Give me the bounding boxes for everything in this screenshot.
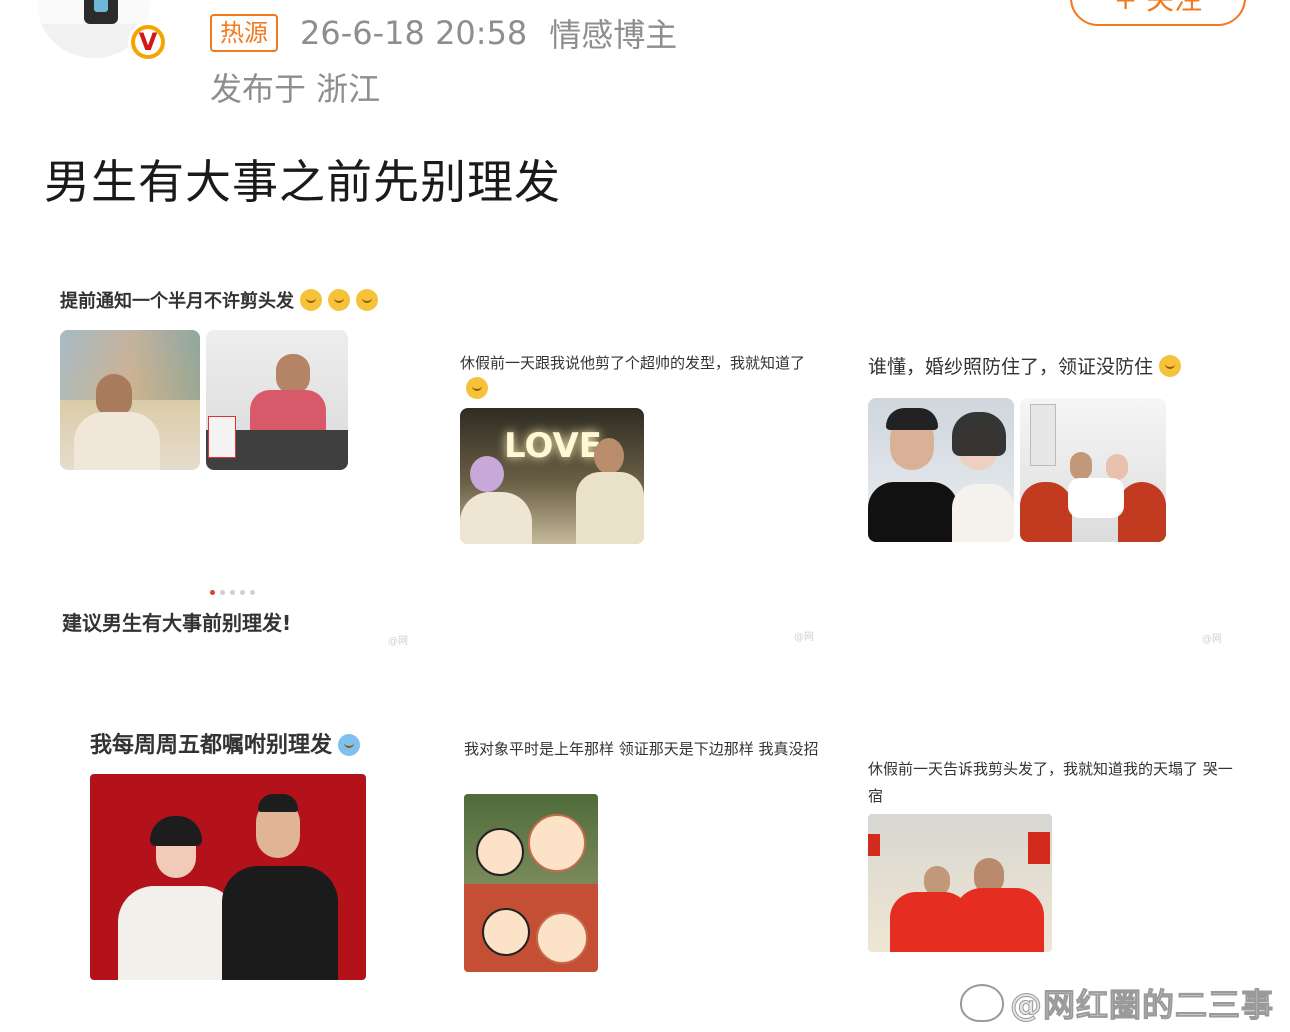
caption-6: 休假前一天告诉我剪头发了，我就知道我的天塌了 哭一宿 — [868, 760, 1233, 805]
post-date: 26-6-18 20:58 — [300, 14, 528, 52]
weibo-logo-icon — [960, 984, 1004, 1022]
image-card-5[interactable]: 我对象平时是上年那样 领证那天是下边那样 我真没招 — [448, 726, 840, 986]
caption-1: 提前通知一个半月不许剪头发 — [60, 288, 378, 315]
photo-3a — [868, 398, 1014, 542]
avatar-tie — [94, 0, 108, 12]
caption-1-footer: 建议男生有大事前别理发! — [62, 611, 292, 635]
photo-1b — [206, 330, 348, 470]
image-card-3[interactable]: 谁懂，婚纱照防住了，领证没防住 @网 — [852, 340, 1246, 650]
post-location: 发布于 浙江 — [210, 70, 381, 108]
small-watermark-2: @网 — [794, 632, 814, 643]
caption-4: 我每周周五都嘱咐别理发 — [90, 732, 361, 759]
author-tag: 情感博主 — [549, 16, 678, 54]
verified-v-icon: V — [128, 22, 168, 62]
image-card-6[interactable]: 休假前一天告诉我剪头发了，我就知道我的天塌了 哭一宿 — [852, 748, 1246, 968]
image-card-4[interactable]: 我每周周五都嘱咐别理发 — [74, 720, 414, 990]
small-watermark-1: @网 — [388, 636, 408, 647]
photo-3b — [1020, 398, 1166, 542]
photo-1a — [60, 330, 200, 470]
photo-5 — [464, 794, 598, 972]
caption-3: 谁懂，婚纱照防住了，领证没防住 — [868, 354, 1182, 381]
weibo-watermark: @网红圈的二三事 — [960, 980, 1274, 1026]
follow-button[interactable]: + 关注 — [1070, 0, 1246, 26]
photo-6 — [868, 814, 1052, 952]
caption-5: 我对象平时是上年那样 领证那天是下边那样 我真没招 — [464, 740, 819, 758]
photo-4 — [90, 774, 366, 980]
small-watermark-3: @网 — [1202, 634, 1222, 645]
photo-2: LOVE — [460, 408, 644, 544]
hot-source-tag: 热源 — [210, 14, 278, 52]
post-meta: 热源 26-6-18 20:58 情感博主 — [210, 12, 677, 54]
carousel-dots — [210, 590, 255, 595]
caption-2: 休假前一天跟我说他剪了个超帅的发型，我就知道了 — [460, 350, 830, 404]
image-card-2[interactable]: 休假前一天跟我说他剪了个超帅的发型，我就知道了 LOVE @网 — [444, 340, 840, 650]
post-text: 男生有大事之前先别理发 — [44, 155, 561, 209]
